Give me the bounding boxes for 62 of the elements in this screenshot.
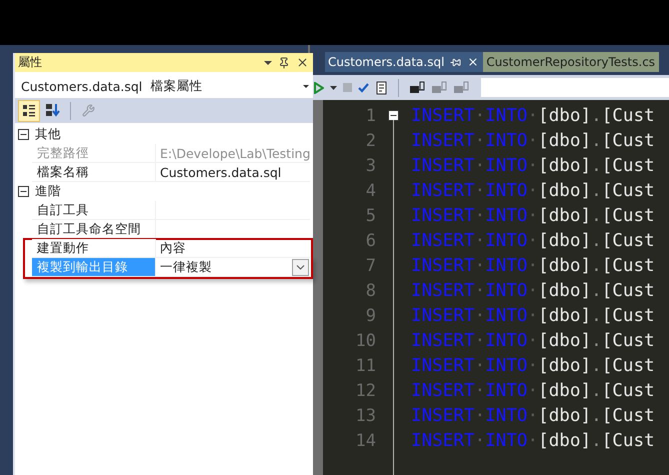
code-line: INSERT·INTO·[dbo].[Cust <box>411 230 655 250</box>
caret-icon[interactable] <box>264 60 272 64</box>
collapse-icon[interactable] <box>388 110 399 121</box>
collapse-icon[interactable] <box>18 186 29 197</box>
code-line: INSERT·INTO·[dbo].[Cust <box>411 156 655 176</box>
code-line: INSERT·INTO·[dbo].[Cust <box>411 380 655 400</box>
check-icon[interactable] <box>358 82 369 92</box>
category-label: 其他 <box>35 126 61 143</box>
panel-title: 屬性 <box>18 54 43 71</box>
close-icon[interactable] <box>467 56 480 68</box>
property-value[interactable]: 一律複製 <box>156 258 292 276</box>
categorized-button[interactable] <box>18 100 40 122</box>
code-line: INSERT·INTO·[dbo].[Cust <box>411 406 655 426</box>
category-label: 進階 <box>35 183 61 200</box>
pin-icon[interactable] <box>450 56 462 68</box>
line-number: 2 <box>364 130 376 150</box>
line-number: 3 <box>364 156 376 176</box>
sort-icon <box>45 103 61 118</box>
code-line: INSERT·INTO·[dbo].[Cust <box>411 356 655 376</box>
close-icon[interactable] <box>296 56 310 69</box>
line-number: 1 <box>364 106 376 126</box>
code-line: INSERT·INTO·[dbo].[Cust <box>411 256 655 276</box>
object-type: 檔案屬性 <box>150 78 202 94</box>
chevron-icon <box>296 264 306 270</box>
wrench-icon <box>82 104 94 117</box>
categorized-icon <box>22 104 36 118</box>
object-name: Customers.data.sql <box>21 78 142 94</box>
line-number: 11 <box>354 356 376 376</box>
document-icon[interactable] <box>375 80 388 94</box>
caret-icon[interactable] <box>303 84 310 88</box>
editor-tab[interactable]: CustomerRepositoryTests.cs <box>483 52 660 72</box>
connection-icon[interactable] <box>409 80 425 94</box>
property-name[interactable]: 檔案名稱 <box>32 163 156 182</box>
code-line: INSERT·INTO·[dbo].[Cust <box>411 106 655 126</box>
code-line: INSERT·INTO·[dbo].[Cust <box>411 280 655 300</box>
code-line: INSERT·INTO·[dbo].[Cust <box>411 306 655 326</box>
line-number: 14 <box>354 430 376 450</box>
property-value[interactable]: 內容 <box>156 240 310 256</box>
line-number: 10 <box>354 330 376 350</box>
code-line: INSERT·INTO·[dbo].[Cust <box>411 180 655 200</box>
play-icon[interactable] <box>314 82 324 94</box>
collapse-icon[interactable] <box>18 129 29 140</box>
property-name[interactable]: 自訂工具 <box>32 201 156 220</box>
property-name[interactable]: 建置動作 <box>32 239 156 258</box>
caret-icon[interactable] <box>330 86 337 90</box>
code-line: INSERT·INTO·[dbo].[Cust <box>411 330 655 350</box>
line-number: 8 <box>364 280 376 300</box>
code-line: INSERT·INTO·[dbo].[Cust <box>411 206 655 226</box>
line-number: 12 <box>354 380 376 400</box>
code-line: INSERT·INTO·[dbo].[Cust <box>411 430 655 450</box>
line-number: 9 <box>364 306 376 326</box>
dropdown-button[interactable] <box>292 258 310 276</box>
line-number: 7 <box>364 256 376 276</box>
editor-tab[interactable]: Customers.data.sql <box>325 52 484 72</box>
line-number: 5 <box>364 206 376 226</box>
property-value[interactable]: Customers.data.sql <box>156 164 310 180</box>
database-field[interactable] <box>481 78 669 97</box>
code-line: INSERT·INTO·[dbo].[Cust <box>411 130 655 150</box>
line-number: 6 <box>364 230 376 250</box>
line-number: 13 <box>354 406 376 426</box>
pin-icon[interactable] <box>278 56 290 68</box>
line-number: 4 <box>364 180 376 200</box>
